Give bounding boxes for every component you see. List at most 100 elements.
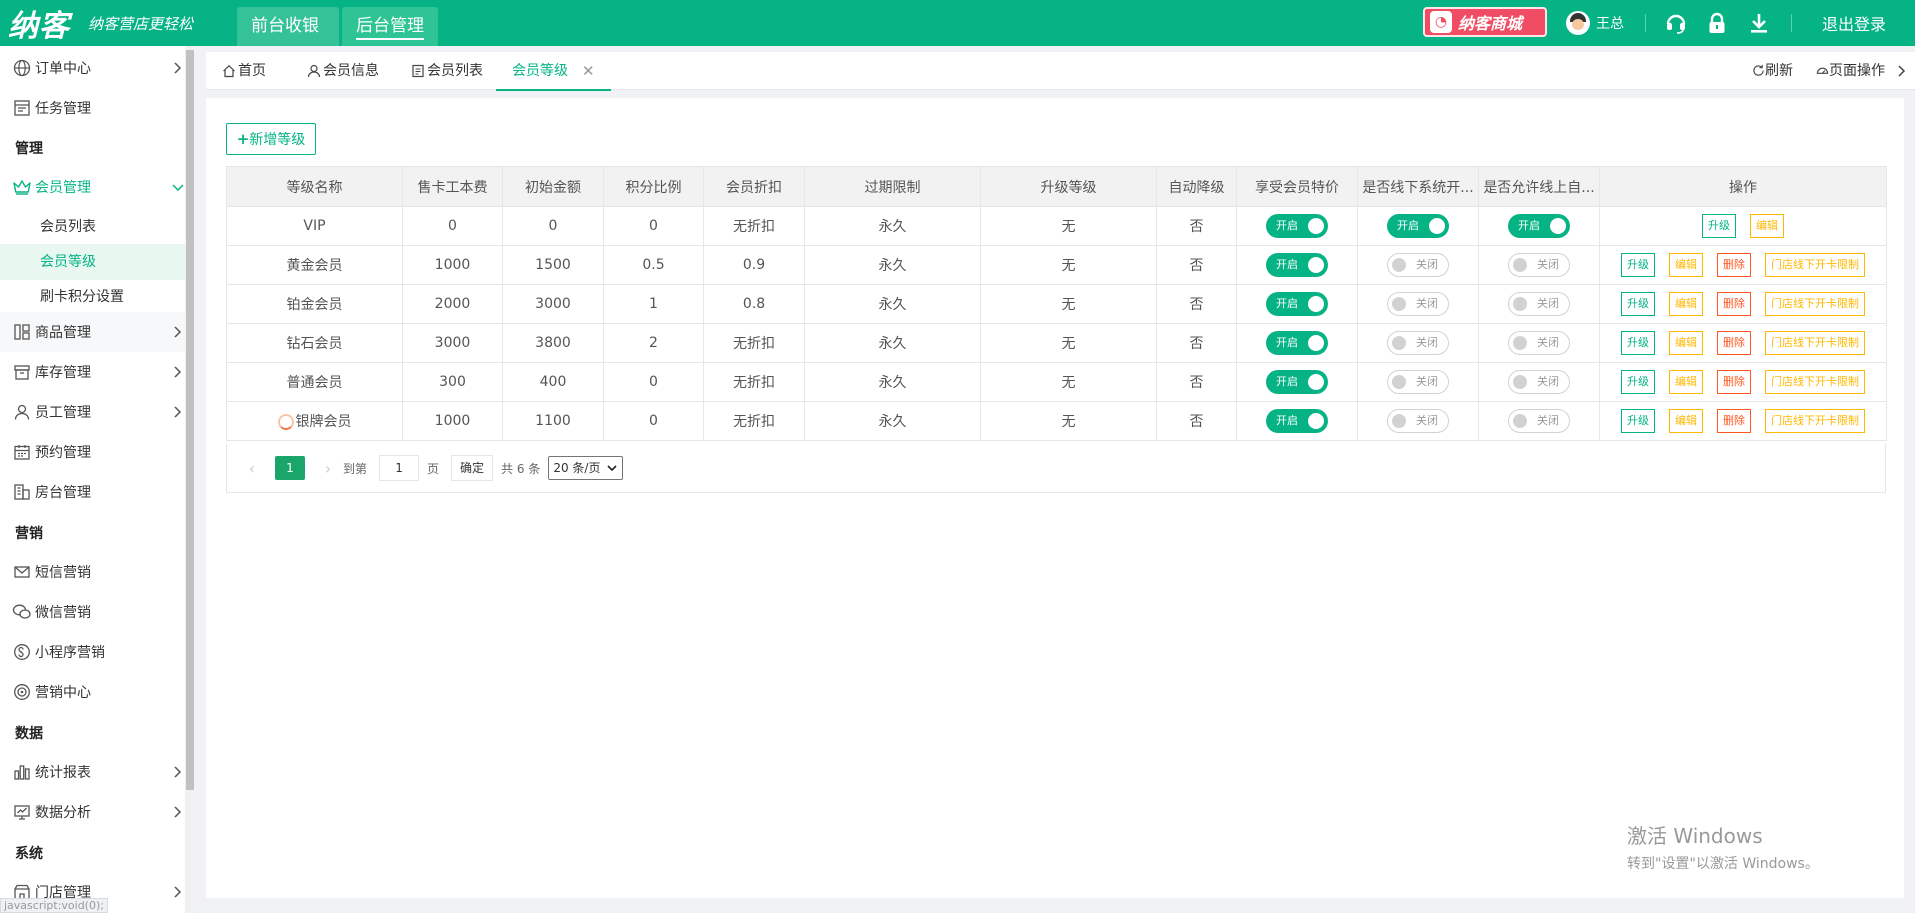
logout-button[interactable]: 退出登录 [1822,11,1886,35]
online-toggle[interactable]: 关闭 [1508,253,1570,277]
refresh-icon [1753,64,1764,76]
cell-expire: 永久 [804,206,981,246]
sidebar-item-marketing-center[interactable]: 营销中心 [0,672,185,712]
upgrade-button[interactable]: 升级 [1621,370,1655,394]
goto-confirm-button[interactable]: 确定 [451,455,494,481]
sidebar-subitem-member-list[interactable]: 会员列表 [0,209,185,245]
upgrade-button[interactable]: 升级 [1621,331,1655,355]
tab-member-level[interactable]: 会员等级 ✕ [496,52,611,91]
sidebar-item-goods[interactable]: 商品管理 [0,312,185,352]
download-icon[interactable] [1747,11,1771,35]
cell-online: 关闭 [1478,284,1600,324]
headset-icon[interactable] [1664,11,1688,35]
special-toggle[interactable]: 开启 [1266,370,1328,394]
offline-toggle[interactable]: 关闭 [1387,292,1449,316]
edit-button[interactable]: 编辑 [1750,214,1784,238]
upgrade-button[interactable]: 升级 [1702,214,1736,238]
chevron-right-icon[interactable] [1896,63,1908,79]
brand-logo[interactable]: 纳客 纳客营店更轻松 [8,3,193,44]
upgrade-button[interactable]: 升级 [1621,253,1655,277]
tab-label: 首页 [238,62,266,79]
mall-button[interactable]: ◔ 纳客商城 [1423,7,1547,37]
cell-offline: 开启 [1357,206,1479,246]
offline-toggle[interactable]: 关闭 [1387,409,1449,433]
top-tab-admin[interactable]: 后台管理 [342,7,438,46]
edit-button[interactable]: 编辑 [1669,292,1703,316]
offline-card-limit-button[interactable]: 门店线下开卡限制 [1765,253,1865,277]
tab-member-info[interactable]: 会员信息 [307,52,379,89]
goto-page-input[interactable]: 1 [379,455,420,481]
sidebar-item-staff[interactable]: 员工管理 [0,392,185,432]
offline-toggle[interactable]: 开启 [1387,214,1449,238]
offline-toggle[interactable]: 关闭 [1387,331,1449,355]
special-toggle[interactable]: 开启 [1266,292,1328,316]
chevron-down-icon [172,184,184,192]
offline-card-limit-button[interactable]: 门店线下开卡限制 [1765,409,1865,433]
sidebar-subitem-card-points[interactable]: 刷卡积分设置 [0,279,185,315]
offline-toggle[interactable]: 关闭 [1387,370,1449,394]
table-row: 普通会员 300 400 0 无折扣 永久 无 否 开启 关闭 关闭 升级 编辑 删除 门店线下开卡限制 [226,362,1887,402]
cell-ratio: 0 [603,206,704,246]
top-tab-cashier[interactable]: 前台收银 [237,7,339,46]
cell-online: 关闭 [1478,401,1600,441]
sidebar-scrollbar-thumb[interactable] [186,50,194,790]
delete-button[interactable]: 删除 [1717,331,1751,355]
delete-button[interactable]: 删除 [1717,292,1751,316]
prev-page-icon[interactable]: ‹ [237,459,267,478]
offline-toggle[interactable]: 关闭 [1387,253,1449,277]
delete-button[interactable]: 删除 [1717,253,1751,277]
close-icon[interactable]: ✕ [582,53,595,89]
offline-card-limit-button[interactable]: 门店线下开卡限制 [1765,370,1865,394]
add-level-button[interactable]: +新增等级 [226,123,316,155]
special-toggle[interactable]: 开启 [1266,409,1328,433]
sidebar-item-wechat[interactable]: 微信营销 [0,592,185,632]
delete-button[interactable]: 删除 [1717,370,1751,394]
sidebar-subitem-member-level[interactable]: 会员等级 [0,244,185,280]
cell-text: 1 [649,296,658,312]
cell-special: 开启 [1236,284,1358,324]
online-toggle[interactable]: 关闭 [1508,409,1570,433]
sidebar-item-miniprogram[interactable]: 小程序营销 [0,632,185,672]
user-menu[interactable]: 王总 [1566,10,1624,36]
special-toggle[interactable]: 开启 [1266,253,1328,277]
tab-member-list[interactable]: 会员列表 [411,52,483,89]
edit-button[interactable]: 编辑 [1669,331,1703,355]
online-toggle[interactable]: 关闭 [1508,331,1570,355]
edit-button[interactable]: 编辑 [1669,409,1703,433]
tab-home[interactable]: 首页 [222,52,266,89]
sidebar-item-sms[interactable]: 短信营销 [0,552,185,592]
sidebar-item-analysis[interactable]: 数据分析 [0,792,185,832]
sidebar-item-label: 微信营销 [35,605,91,621]
page-size-select[interactable]: 20 条/页 [548,456,624,480]
offline-card-limit-button[interactable]: 门店线下开卡限制 [1765,331,1865,355]
sidebar-item-reports[interactable]: 统计报表 [0,752,185,792]
cell-fee: 3000 [402,323,503,363]
cell-actions: 升级 编辑 删除 门店线下开卡限制 [1599,323,1887,363]
edit-button[interactable]: 编辑 [1669,370,1703,394]
sidebar-item-rooms[interactable]: 房台管理 [0,472,185,512]
cell-text: 3800 [535,335,571,351]
sidebar-item-booking[interactable]: 预约管理 [0,432,185,472]
next-page-icon[interactable]: › [313,459,343,478]
sidebar-item-inventory[interactable]: 库存管理 [0,352,185,392]
delete-button[interactable]: 删除 [1717,409,1751,433]
refresh-button[interactable]: 刷新 [1752,52,1793,89]
sidebar-item-tasks[interactable]: 任务管理 [0,88,185,128]
special-toggle[interactable]: 开启 [1266,331,1328,355]
offline-card-limit-button[interactable]: 门店线下开卡限制 [1765,292,1865,316]
page-ops-button[interactable]: 页面操作 [1816,52,1885,89]
online-toggle[interactable]: 关闭 [1508,370,1570,394]
content-scrollbar[interactable] [1904,98,1915,913]
sidebar-item-orders[interactable]: 订单中心 [0,48,185,88]
online-toggle[interactable]: 关闭 [1508,292,1570,316]
lock-icon[interactable] [1705,11,1729,35]
cell-discount: 无折扣 [703,401,805,441]
online-toggle[interactable]: 开启 [1508,214,1570,238]
current-page[interactable]: 1 [275,456,305,480]
special-toggle[interactable]: 开启 [1266,214,1328,238]
sidebar-item-members[interactable]: 会员管理 [0,167,185,207]
cell-text: 0 [548,218,558,234]
upgrade-button[interactable]: 升级 [1621,409,1655,433]
upgrade-button[interactable]: 升级 [1621,292,1655,316]
edit-button[interactable]: 编辑 [1669,253,1703,277]
